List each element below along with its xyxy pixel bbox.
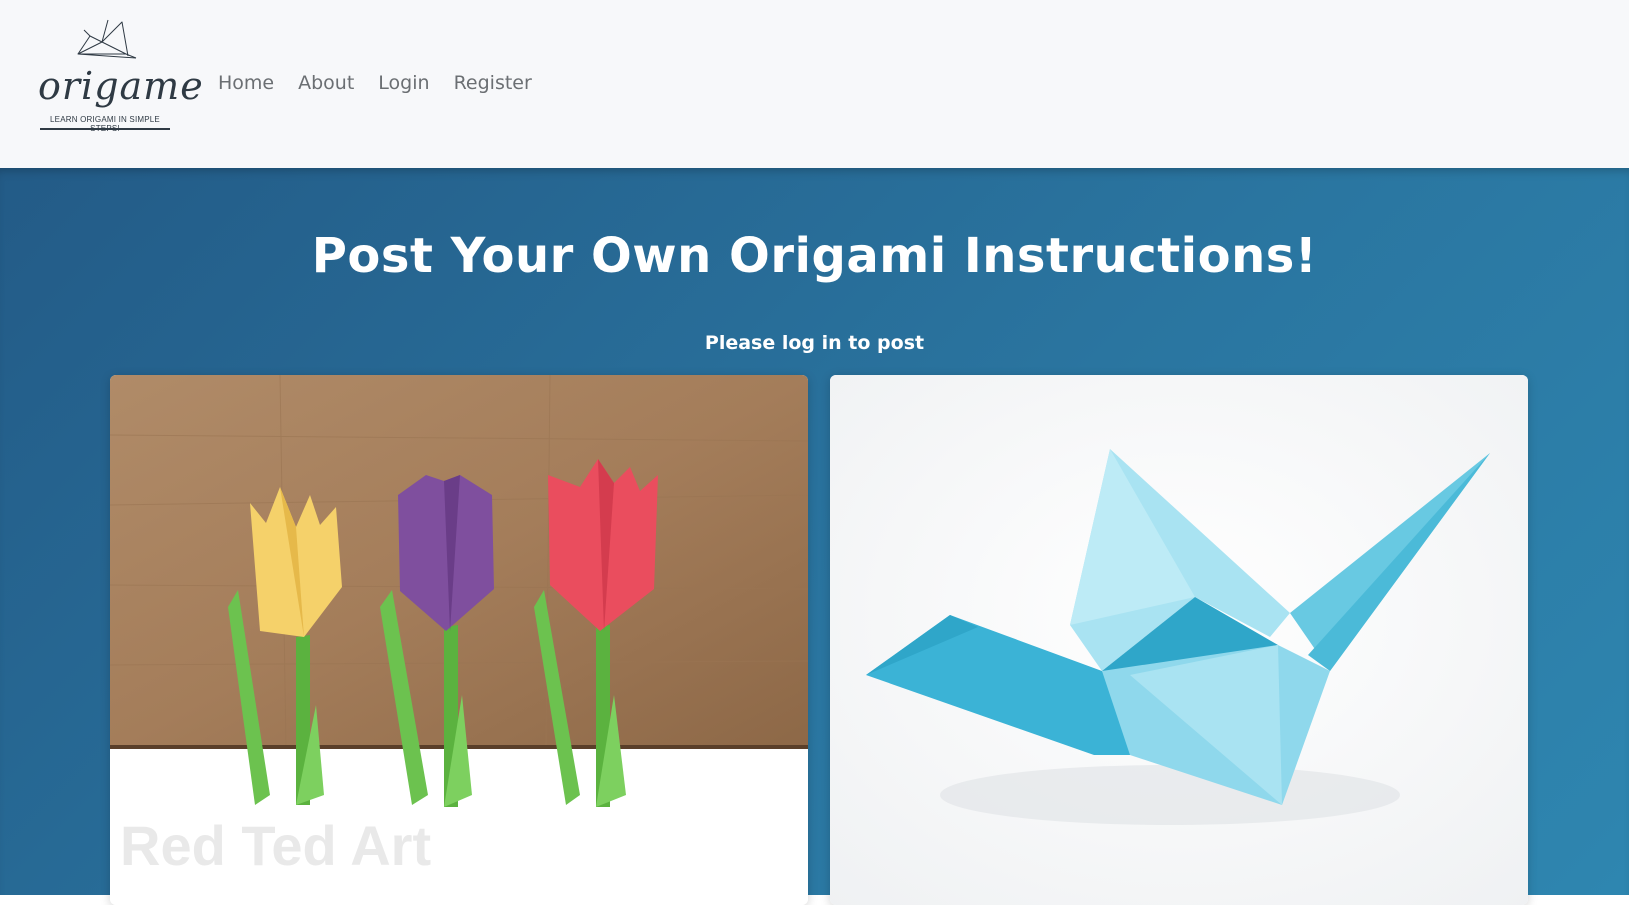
- origami-crane-image: [830, 375, 1528, 905]
- nav-about-link[interactable]: About: [296, 70, 356, 96]
- main-nav: Home About Login Register: [216, 70, 534, 96]
- brand-underline: [40, 128, 170, 130]
- brand-tagline: LEARN ORIGAMI IN SIMPLE STEPS!: [50, 115, 160, 133]
- origami-tulips-image: Red Ted Art: [110, 375, 808, 905]
- nav-home-link[interactable]: Home: [216, 70, 276, 96]
- top-navbar: origame LEARN ORIGAMI IN SIMPLE STEPS! H…: [0, 0, 1629, 169]
- brand-logo-link[interactable]: origame LEARN ORIGAMI IN SIMPLE STEPS!: [38, 18, 204, 136]
- paper-crane-logo-icon: [77, 19, 137, 59]
- hero-section: Post Your Own Origami Instructions! Plea…: [0, 168, 1629, 905]
- page-title: Post Your Own Origami Instructions!: [311, 228, 1318, 284]
- nav-login-link[interactable]: Login: [376, 70, 431, 96]
- post-card-tulips[interactable]: Red Ted Art: [110, 375, 808, 905]
- post-card-crane[interactable]: [830, 375, 1528, 905]
- nav-register-link[interactable]: Register: [452, 70, 534, 96]
- brand-wordmark: origame: [38, 64, 204, 108]
- login-prompt: Please log in to post: [704, 332, 925, 354]
- photo-watermark: Red Ted Art: [120, 814, 431, 877]
